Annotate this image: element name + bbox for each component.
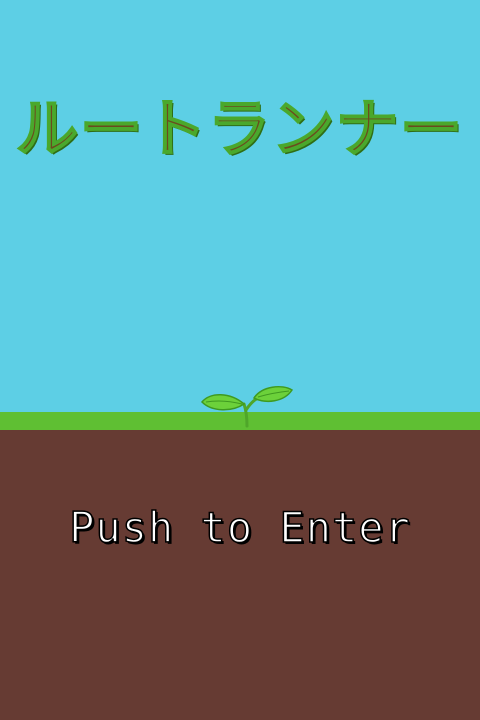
sky-background [0,0,480,412]
game-title: ルートランナー [15,91,464,166]
sprout-icon [200,385,294,428]
title-screen: ルートランナー Push to Enter [0,0,480,720]
soil-ground [0,430,480,720]
push-to-enter-prompt[interactable]: Push to Enter [0,502,480,553]
